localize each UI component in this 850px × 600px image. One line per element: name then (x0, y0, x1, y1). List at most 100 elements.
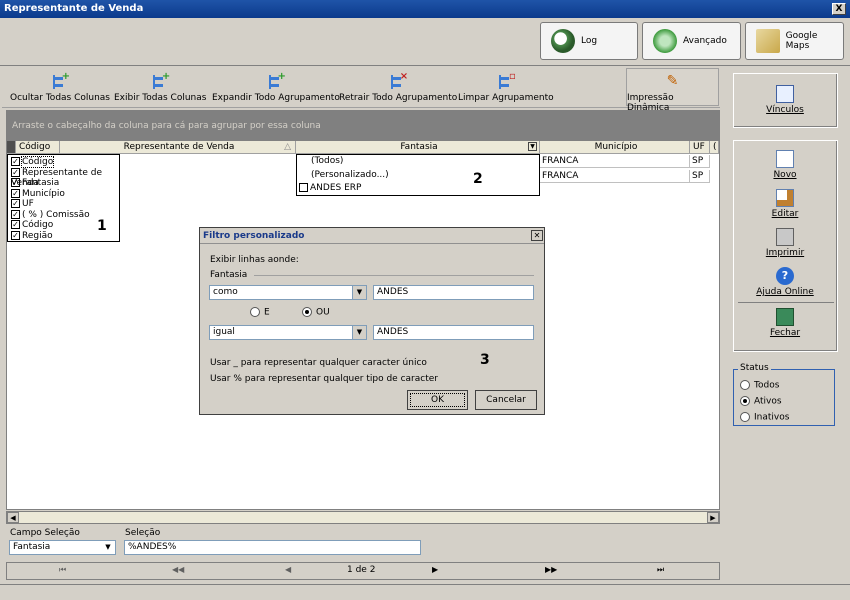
clear-groups-label: Limpar Agrupamento (458, 93, 554, 103)
edit-button[interactable]: Editar (728, 189, 842, 219)
magnifier-icon (551, 29, 575, 53)
new-document-icon (776, 150, 794, 168)
dialog-close-button[interactable]: ✕ (531, 230, 543, 241)
status-title: Status (738, 363, 771, 373)
header-codigo[interactable]: Código (16, 141, 60, 154)
chevron-down-icon: ▼ (101, 541, 115, 554)
collapse-groups-button[interactable]: × Retrair Todo Agrupamento (339, 72, 457, 104)
column-option-label: Código (22, 220, 54, 230)
page-indicator: 1 de 2 (347, 565, 376, 575)
expand-groups-button[interactable]: + Expandir Todo Agrupamento (212, 72, 340, 104)
group-by-area[interactable]: Arraste o cabeçalho da coluna para cá pa… (6, 110, 720, 140)
google-maps-button[interactable]: Google Maps (745, 22, 844, 60)
advanced-label: Avançado (683, 36, 727, 46)
hint-percent: Usar % para representar qualquer tipo de… (210, 374, 438, 384)
header-municipio[interactable]: Município (540, 141, 690, 154)
tree-clear-icon: ▫ (496, 72, 516, 90)
filter-option-all[interactable]: (Todos) (311, 156, 343, 166)
operator2-select[interactable]: igual ▼ (209, 325, 367, 340)
cancel-button[interactable]: Cancelar (475, 390, 537, 410)
log-label: Log (581, 36, 598, 46)
cell-uf[interactable]: SP (690, 170, 710, 183)
next-10-icon[interactable]: ▶▶ (545, 565, 557, 574)
column-option-label: UF (22, 199, 34, 209)
radio-icon (250, 307, 260, 317)
checklist-icon (776, 85, 794, 103)
cell-municipio[interactable]: FRANCA (540, 170, 690, 183)
log-button[interactable]: Log (540, 22, 638, 60)
new-button[interactable]: Novo (728, 150, 842, 180)
header-more[interactable]: ( (710, 141, 719, 154)
filter-option-value-label: ANDES ERP (310, 183, 362, 193)
print-button[interactable]: Imprimir (728, 228, 842, 258)
column-option[interactable]: ✓ Fantasia (8, 178, 119, 189)
clear-groups-button[interactable]: ▫ Limpar Agrupamento (458, 72, 554, 104)
and-radio-label: E (264, 307, 270, 318)
filter-option-value[interactable]: ANDES ERP (299, 183, 361, 193)
help-icon: ? (776, 267, 794, 285)
status-bar (0, 584, 850, 600)
status-active-label: Ativos (754, 396, 782, 407)
header-fantasia[interactable]: Fantasia ▼ (296, 141, 540, 154)
horizontal-scrollbar[interactable]: ◀ ▶ (6, 511, 720, 524)
close-button[interactable]: Fechar (728, 308, 842, 338)
first-page-icon[interactable]: ⏮ (59, 565, 66, 575)
hide-all-columns-button[interactable]: + Ocultar Todas Colunas (10, 72, 110, 104)
cell-uf[interactable]: SP (690, 155, 710, 168)
new-label: Novo (773, 170, 797, 180)
selection-input[interactable]: %ANDES% (124, 540, 421, 555)
tree-remove-icon: × (388, 72, 408, 90)
filter-icon[interactable]: ▼ (528, 142, 537, 151)
or-radio[interactable]: OU (302, 307, 330, 318)
next-page-icon[interactable]: ▶ (432, 565, 438, 574)
field-select-value: Fantasia (13, 542, 51, 552)
column-option[interactable]: ✓ UF (8, 199, 119, 210)
value2-input[interactable]: ANDES (373, 325, 534, 340)
printer-icon (776, 228, 794, 246)
operator1-select[interactable]: como ▼ (209, 285, 367, 300)
column-option[interactable]: ✓ Representante de Venda (8, 167, 119, 188)
ok-button[interactable]: OK (407, 390, 468, 410)
divider (254, 275, 534, 276)
sort-icon: △ (284, 142, 291, 152)
radio-selected-icon (302, 307, 312, 317)
last-page-icon[interactable]: ⏭ (657, 565, 664, 575)
scroll-left-icon[interactable]: ◀ (7, 512, 19, 523)
tree-add-icon: + (50, 72, 70, 90)
dialog-title: Filtro personalizado (200, 228, 544, 244)
and-radio[interactable]: E (250, 307, 270, 318)
status-all-radio[interactable]: Todos (740, 380, 779, 391)
column-chooser-icon[interactable] (7, 141, 16, 154)
header-uf[interactable]: UF (690, 141, 710, 154)
links-button[interactable]: Vínculos (728, 85, 842, 115)
help-button[interactable]: ? Ajuda Online (728, 267, 842, 297)
close-window-button[interactable]: X (832, 3, 846, 15)
checkbox-icon (299, 183, 308, 192)
links-label: Vínculos (766, 105, 804, 115)
dialog-field-name: Fantasia (210, 270, 248, 280)
header-representante[interactable]: Representante de Venda △ (60, 141, 296, 154)
status-inactive-radio[interactable]: Inativos (740, 412, 789, 423)
prev-10-icon[interactable]: ◀◀ (172, 565, 184, 574)
field-select[interactable]: Fantasia ▼ (9, 540, 116, 555)
or-radio-label: OU (316, 307, 330, 318)
status-active-radio[interactable]: Ativos (740, 396, 782, 407)
hint-underscore: Usar _ para representar qualquer caracte… (210, 358, 427, 368)
filter-option-custom[interactable]: (Personalizado...) (311, 170, 389, 180)
dynamic-print-button[interactable]: ✎ Impressão Dinâmica (626, 68, 719, 113)
radio-selected-icon (740, 396, 750, 406)
prev-page-icon[interactable]: ◀ (285, 565, 291, 574)
operator1-value: como (213, 287, 238, 297)
chevron-down-icon: ▼ (352, 286, 366, 299)
value1-input[interactable]: ANDES (373, 285, 534, 300)
edit-label: Editar (771, 209, 799, 219)
scroll-right-icon[interactable]: ▶ (707, 512, 719, 523)
column-option-label: ( % ) Comissão (22, 209, 90, 220)
expand-groups-label: Expandir Todo Agrupamento (212, 93, 340, 103)
column-option[interactable]: ✓ Município (8, 188, 119, 200)
column-option[interactable]: ✓ Código (8, 156, 119, 168)
advanced-button[interactable]: Avançado (642, 22, 741, 60)
column-option-label: Código (20, 156, 55, 168)
cell-municipio[interactable]: FRANCA (540, 155, 690, 168)
show-all-columns-button[interactable]: + Exibir Todas Colunas (114, 72, 206, 104)
